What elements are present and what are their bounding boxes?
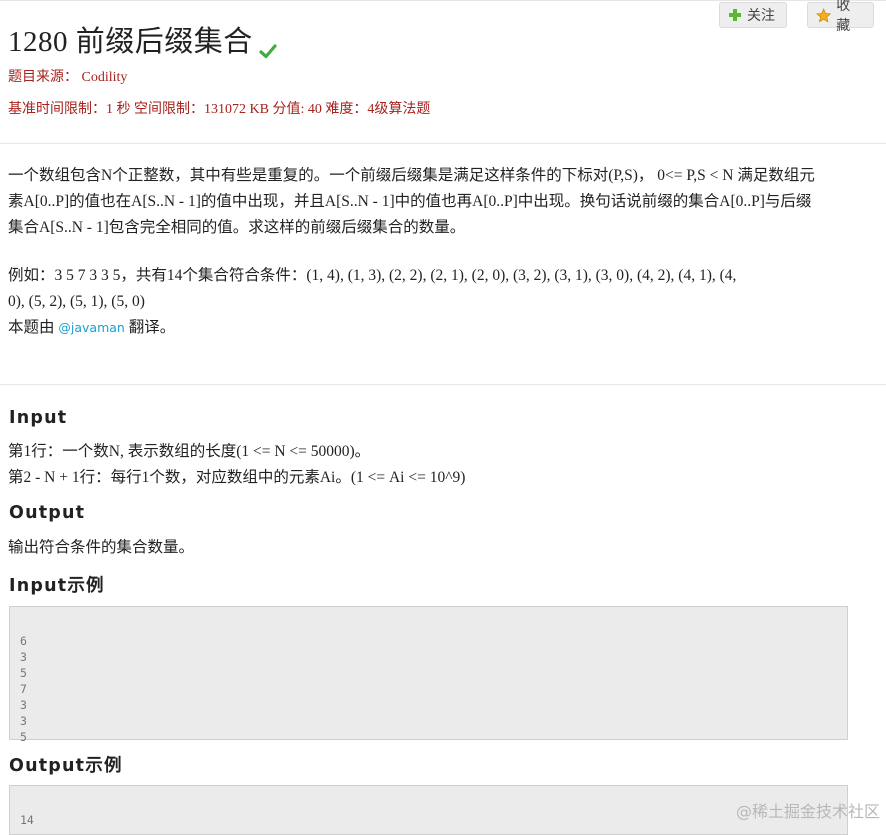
top-border bbox=[0, 0, 886, 1]
example-line: 例如：3 5 7 3 3 5，共有14个集合符合条件：(1, 4), (1, 3… bbox=[8, 267, 737, 284]
description-line: 素A[0..P]的值也在A[S..N - 1]的值中出现，并且A[S..N - … bbox=[8, 193, 812, 210]
sample-line: 3 bbox=[20, 714, 27, 728]
divider bbox=[0, 143, 886, 144]
description-line: 一个数组包含N个正整数，其中有些是重复的。一个前缀后缀集是满足这样条件的下标对(… bbox=[8, 167, 815, 184]
input-line: 第1行：一个数N, 表示数组的长度(1 <= N <= 50000)。 bbox=[8, 443, 371, 460]
output-heading: Output bbox=[9, 503, 86, 523]
output-example-heading: Output示例 bbox=[9, 756, 123, 776]
translator-link[interactable]: @javaman bbox=[58, 320, 124, 335]
star-icon bbox=[816, 7, 832, 23]
watermark: @稀土掘金技术社区 bbox=[735, 802, 880, 821]
example-line: 0), (5, 2), (5, 1), (5, 0) bbox=[8, 293, 145, 310]
divider bbox=[0, 384, 886, 385]
sample-line: 5 bbox=[20, 666, 27, 680]
checkmark-icon bbox=[259, 35, 277, 59]
problem-title-text: 1280 前缀后缀集合 bbox=[8, 26, 253, 58]
sample-line: 5 bbox=[20, 730, 27, 744]
collect-label: 收藏 bbox=[836, 0, 851, 34]
input-heading: Input bbox=[9, 408, 68, 428]
source-link[interactable]: Codility bbox=[82, 70, 128, 85]
collect-button[interactable]: 收藏 bbox=[807, 0, 874, 34]
input-spec: 第1行：一个数N, 表示数组的长度(1 <= N <= 50000)。 第2 -… bbox=[8, 439, 874, 491]
problem-title: 1280 前缀后缀集合 bbox=[8, 18, 277, 60]
input-example-heading: Input示例 bbox=[9, 576, 105, 596]
problem-limits: 基准时间限制：1 秒 空间限制：131072 KB 分值: 40 难度：4级算法… bbox=[8, 102, 431, 117]
plus-icon bbox=[729, 9, 741, 21]
output-line: 输出符合条件的集合数量。 bbox=[8, 539, 195, 556]
input-example-box: 6 3 5 7 3 3 5 bbox=[9, 606, 848, 744]
sample-line: 3 bbox=[20, 650, 27, 664]
sample-line: 3 bbox=[20, 698, 27, 712]
sample-line: 14 bbox=[20, 813, 34, 827]
problem-description: 一个数组包含N个正整数，其中有些是重复的。一个前缀后缀集是满足这样条件的下标对(… bbox=[8, 163, 874, 241]
sample-line: 7 bbox=[20, 682, 27, 696]
translator-note: 本题由 @javaman 翻译。 bbox=[8, 319, 176, 336]
input-line: 第2 - N + 1行：每行1个数，对应数组中的元素Ai。(1 <= Ai <=… bbox=[8, 469, 466, 486]
description-line: 集合A[S..N - 1]包含完全相同的值。求这样的前缀后缀集合的数量。 bbox=[8, 219, 466, 236]
follow-button[interactable]: 关注 bbox=[719, 2, 787, 28]
sample-line: 6 bbox=[20, 634, 27, 648]
follow-label: 关注 bbox=[747, 8, 775, 24]
example-description: 例如：3 5 7 3 3 5，共有14个集合符合条件：(1, 4), (1, 3… bbox=[8, 263, 874, 341]
output-spec: 输出符合条件的集合数量。 bbox=[8, 535, 874, 561]
source-label: 题目来源： bbox=[8, 70, 78, 85]
problem-source: 题目来源： Codility bbox=[8, 66, 127, 86]
